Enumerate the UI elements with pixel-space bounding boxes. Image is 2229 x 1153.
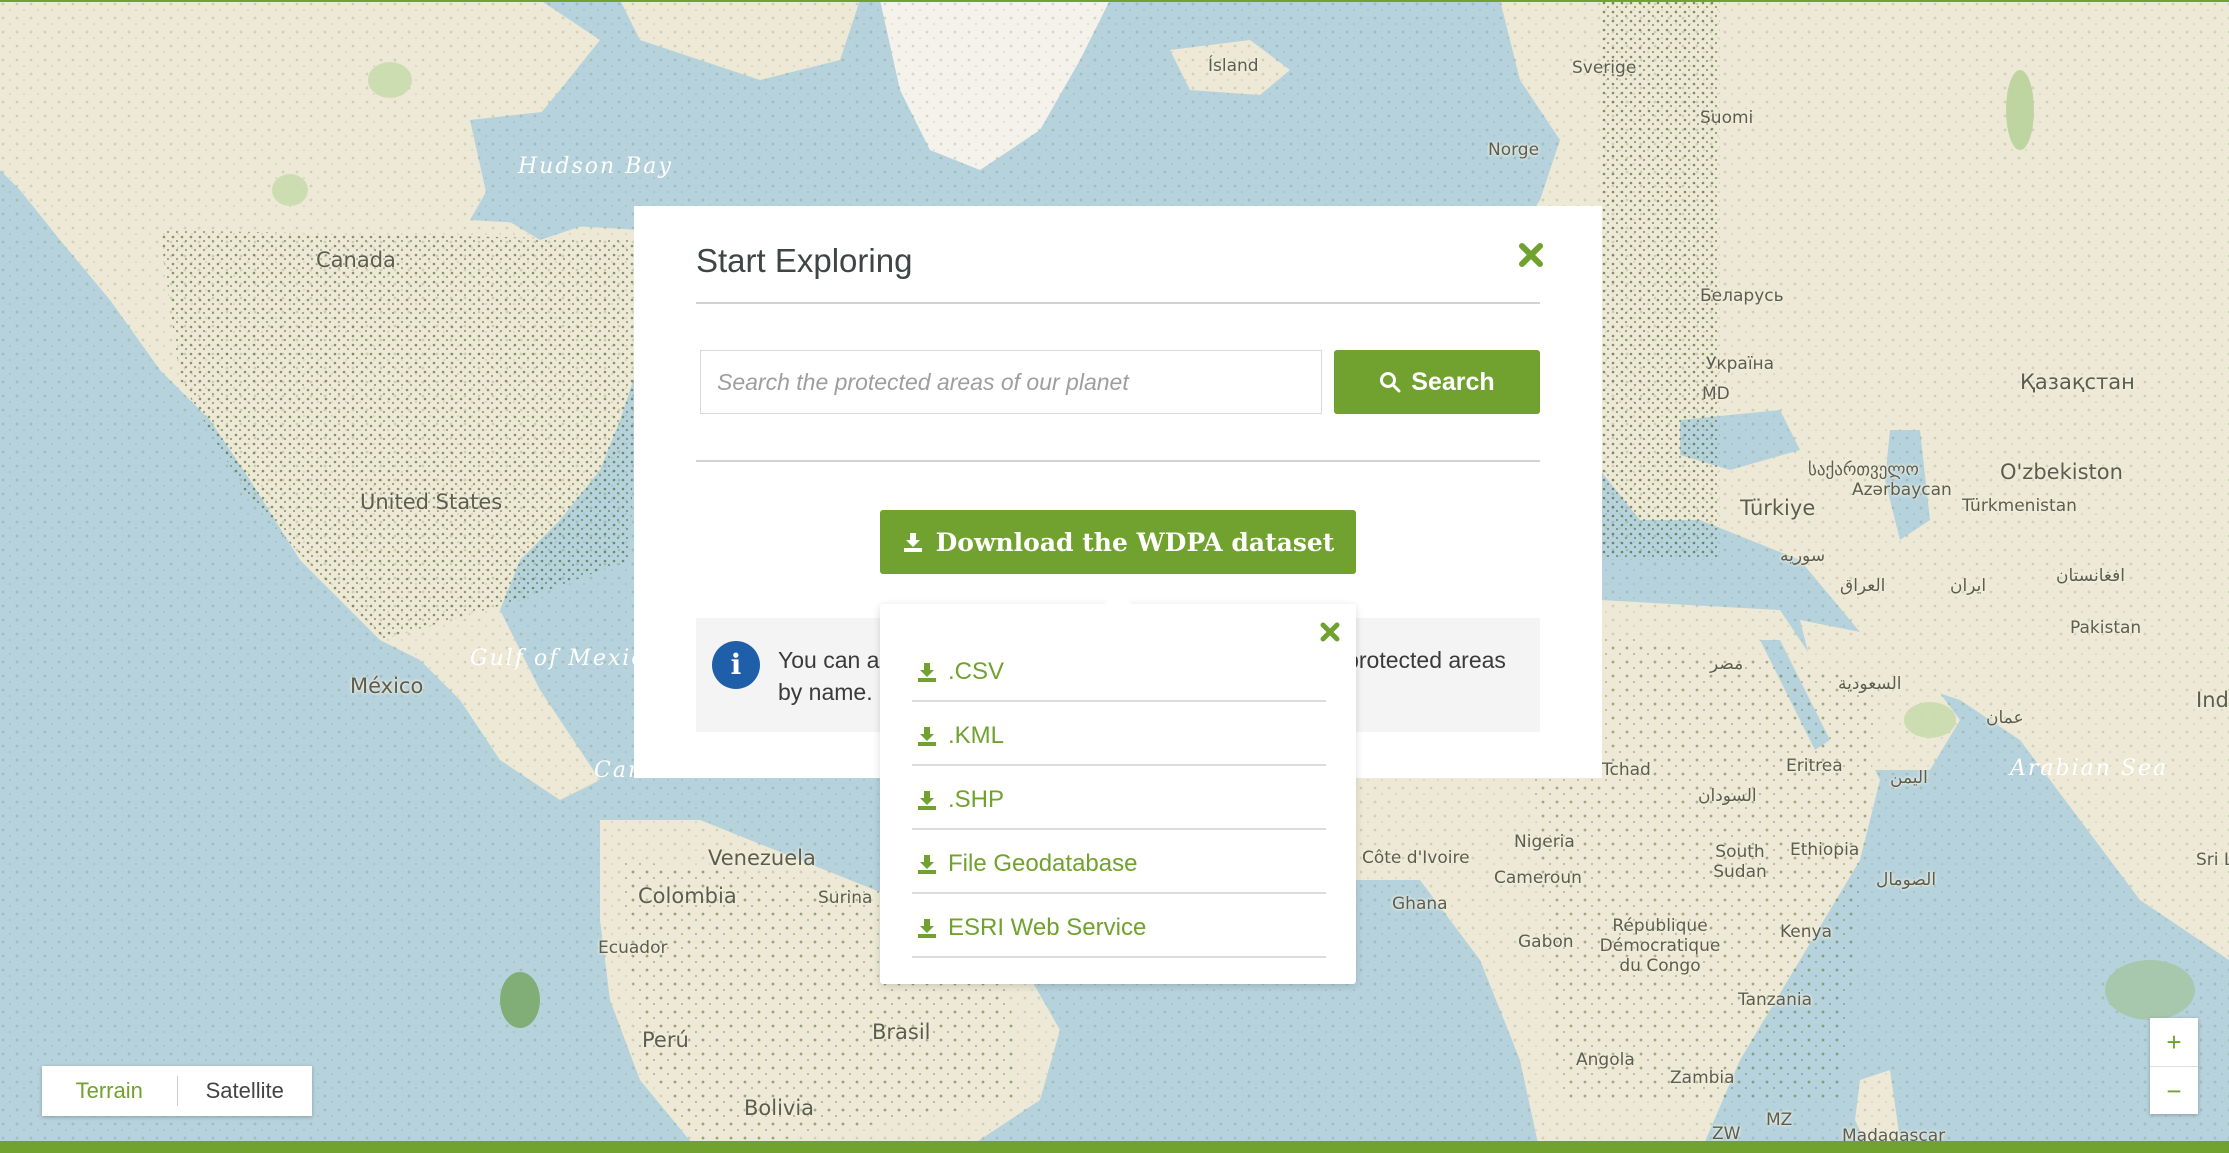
footer-bar xyxy=(0,1141,2229,1153)
map-label-ecuador: Ecuador xyxy=(598,938,668,958)
search-input[interactable] xyxy=(700,350,1322,414)
zoom-control: + − xyxy=(2150,1018,2198,1114)
download-kml-option[interactable]: .KML xyxy=(912,704,1326,766)
zoom-in-button[interactable]: + xyxy=(2150,1018,2198,1066)
option-label: .SHP xyxy=(948,786,1005,813)
map-label-turkmenistan: Türkmenistan xyxy=(1962,496,2077,516)
option-label: .KML xyxy=(948,722,1005,749)
map-label-suriname: Surina xyxy=(818,888,873,908)
map-label-iraq: العراق xyxy=(1840,576,1886,596)
map-label-south-sudan: South Sudan xyxy=(1713,842,1767,882)
close-icon xyxy=(1519,243,1543,267)
download-icon xyxy=(918,791,936,810)
map-label-cameroun: Cameroun xyxy=(1494,868,1582,888)
search-icon xyxy=(1380,372,1401,393)
map-label-uzbekistan: O'zbekiston xyxy=(2000,460,2123,484)
map-label-iceland: Ísland xyxy=(1208,56,1259,76)
map-label-brasil: Brasil xyxy=(872,1020,931,1044)
modal-title: Start Exploring xyxy=(696,242,913,279)
map-label-eritrea: Eritrea xyxy=(1786,756,1843,776)
download-csv-option[interactable]: .CSV xyxy=(912,640,1326,702)
option-label: .CSV xyxy=(948,658,1005,685)
download-icon xyxy=(918,855,936,874)
zoom-out-button[interactable]: − xyxy=(2150,1066,2198,1115)
map-label-egypt: مصر xyxy=(1710,654,1744,674)
map-label-belarus: Беларусь xyxy=(1700,286,1784,306)
download-button-label: Download the WDPA dataset xyxy=(935,527,1335,557)
map-label-colombia: Colombia xyxy=(638,884,737,908)
map-label-iran: ایران xyxy=(1950,576,1987,596)
map-label-kenya: Kenya xyxy=(1780,922,1833,942)
map-label-ukraine: Україна xyxy=(1706,354,1775,374)
map-label-azerbaijan: Azərbaycan xyxy=(1852,480,1952,500)
map-label-turkiye: Türkiye xyxy=(1740,496,1816,520)
map-label-md: MD xyxy=(1702,384,1730,404)
map-label-kazakhstan: Қазақстан xyxy=(2020,370,2135,394)
map-label-tanzania: Tanzania xyxy=(1738,990,1813,1010)
map-label-afghanistan: افغانستان xyxy=(2056,566,2125,586)
map-label-angola: Angola xyxy=(1576,1050,1635,1070)
map-label-mz: MZ xyxy=(1766,1110,1793,1130)
download-icon xyxy=(918,919,936,938)
map-label-hudson-bay: Hudson Bay xyxy=(518,154,673,179)
map-type-toggle: Terrain Satellite xyxy=(42,1066,312,1116)
download-shp-option[interactable]: .SHP xyxy=(912,768,1326,830)
map-label-yemen: اليمن xyxy=(1890,768,1928,788)
map-label-suomi: Suomi xyxy=(1700,108,1754,128)
map-label-united-states: United States xyxy=(360,490,503,514)
map-label-canada: Canada xyxy=(316,248,396,272)
map-label-bolivia: Bolivia xyxy=(744,1096,815,1120)
download-esri-web-service-option[interactable]: ESRI Web Service xyxy=(912,896,1326,958)
map-label-oman: عمان xyxy=(1986,708,2024,728)
satellite-button[interactable]: Satellite xyxy=(178,1066,313,1116)
dropdown-arrow xyxy=(1104,592,1132,604)
download-file-geodatabase-option[interactable]: File Geodatabase xyxy=(912,832,1326,894)
map-label-georgia: საქართველო xyxy=(1808,460,1919,480)
option-label: File Geodatabase xyxy=(948,850,1138,877)
download-format-dropdown: .CSV .KML .SHP File Geodatabase ESRI Web… xyxy=(880,592,1356,984)
search-button[interactable]: Search xyxy=(1334,350,1540,414)
map-label-gabon: Gabon xyxy=(1518,932,1574,952)
map-label-norge: Norge xyxy=(1488,140,1540,160)
map-label-india: Ind xyxy=(2196,688,2229,712)
modal-close-button[interactable] xyxy=(1516,240,1546,270)
map-label-saudi: السعودية xyxy=(1838,674,1902,694)
search-button-label: Search xyxy=(1411,367,1495,396)
map-label-sri-lanka: Sri L xyxy=(2196,850,2229,870)
map-label-sverige: Sverige xyxy=(1572,58,1637,78)
info-icon: i xyxy=(712,641,760,689)
map-label-ghana: Ghana xyxy=(1392,894,1448,914)
map-label-zambia: Zambia xyxy=(1670,1068,1735,1088)
modal-section-divider xyxy=(696,460,1540,462)
map-label-sudan: السودان xyxy=(1698,786,1757,806)
map-label-mexico: México xyxy=(350,674,424,698)
map-label-nigeria: Nigeria xyxy=(1514,832,1575,852)
map-label-syria: سوريه xyxy=(1780,546,1826,566)
map-label-gulf-of-mexico: Gulf of Mexico xyxy=(470,646,661,671)
terrain-button[interactable]: Terrain xyxy=(42,1066,177,1116)
map-label-somalia: الصومال xyxy=(1876,870,1937,890)
map-label-peru: Perú xyxy=(642,1028,689,1052)
map-label-chad: Tchad xyxy=(1602,760,1651,780)
download-icon xyxy=(903,533,922,552)
map-label-arabian-sea: Arabian Sea xyxy=(2010,756,2169,781)
top-border xyxy=(0,0,2229,2)
map-label-rdc: République Démocratique du Congo xyxy=(1599,916,1721,976)
map-label-venezuela: Venezuela xyxy=(708,846,816,870)
option-label: ESRI Web Service xyxy=(948,914,1147,941)
map-label-cote-divoire: Côte d'Ivoire xyxy=(1362,848,1470,868)
download-icon xyxy=(918,727,936,746)
modal-title-divider xyxy=(696,302,1540,304)
map-label-pakistan: Pakistan xyxy=(2070,618,2142,638)
download-icon xyxy=(918,663,936,682)
map-label-ethiopia: Ethiopia xyxy=(1790,840,1860,860)
download-wdpa-button[interactable]: Download the WDPA dataset xyxy=(880,510,1356,574)
